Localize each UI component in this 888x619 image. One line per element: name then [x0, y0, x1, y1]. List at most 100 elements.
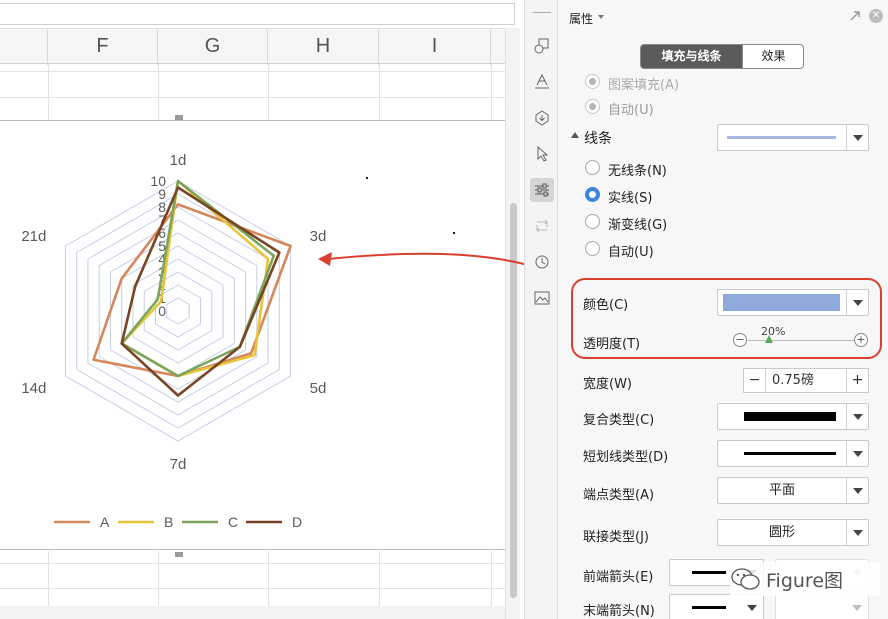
line-option-none: 无线条(N): [608, 164, 667, 179]
chevron-down-icon[interactable]: [846, 404, 868, 429]
chart-object[interactable]: 0 1 2 3 4 5 6 7 8 9 10 1d 3d 5d 7d 14d 21d A B C D: [0, 120, 505, 550]
tab-fill-and-line[interactable]: 填充与线条: [641, 45, 742, 68]
image-transform-icon[interactable]: [530, 214, 554, 238]
spreadsheet-area[interactable]: F G H I 0 1 2 3 4 5 6 7 8 9 10 1d 3d 5d 7d 14d 21d A B C D: [0, 0, 520, 619]
chart-resize-handle-bottom[interactable]: [175, 552, 183, 557]
chevron-down-icon[interactable]: [846, 441, 868, 466]
watermark-text: Figure图: [766, 569, 844, 592]
color-swatch: [723, 294, 840, 311]
grid-line: [268, 551, 269, 606]
end-arrow-label: 末端箭头(N): [583, 604, 655, 619]
grid-line: [0, 71, 505, 72]
transparency-value: 20%: [761, 325, 786, 338]
column-header-i[interactable]: I: [379, 29, 491, 65]
tab-effects[interactable]: 效果: [742, 45, 803, 68]
join-type-label: 联接类型(J): [583, 530, 649, 545]
decrement-button[interactable]: −: [744, 369, 766, 392]
category-label: 1d: [170, 152, 187, 169]
radio-gradient-line[interactable]: [585, 214, 600, 229]
width-input[interactable]: 0.75磅: [772, 369, 814, 392]
width-label: 宽度(W): [583, 377, 632, 392]
column-headers: F G H I: [0, 28, 505, 65]
chevron-down-icon[interactable]: [846, 478, 868, 503]
horizontal-scrollbar[interactable]: [0, 606, 505, 619]
transparency-label: 透明度(T): [583, 337, 641, 352]
dash-type-dropdown[interactable]: [717, 440, 869, 467]
panel-scroll-area: 图案填充(A) 自动(U) 线条 无线条(N) 实线(S) 渐变线(G) 自动(…: [558, 72, 888, 619]
category-label: 21d: [21, 228, 46, 245]
line-style-dropdown[interactable]: [717, 124, 869, 151]
grid-line: [491, 64, 492, 120]
grid-line: [48, 551, 49, 606]
stray-dot: [366, 177, 368, 179]
collapse-icon[interactable]: [571, 132, 579, 138]
history-icon[interactable]: [530, 250, 554, 274]
chevron-down-icon[interactable]: [846, 520, 868, 545]
line-preview: [744, 412, 836, 421]
shape-icon[interactable]: [530, 34, 554, 58]
column-header-g[interactable]: G: [158, 29, 268, 65]
legend-label-d: D: [292, 514, 302, 530]
plus-icon[interactable]: +: [854, 333, 868, 347]
cap-type-label: 端点类型(A): [583, 488, 655, 503]
color-dropdown[interactable]: [717, 289, 869, 316]
legend-label-c: C: [228, 514, 238, 530]
settings-sliders-icon[interactable]: [530, 178, 554, 202]
end-arrow-dropdown[interactable]: [669, 594, 764, 619]
radio-auto-line[interactable]: [585, 241, 600, 256]
cursor-icon[interactable]: [530, 142, 554, 166]
wechat-icon: [731, 568, 760, 590]
end-arrow-size-dropdown[interactable]: [775, 594, 869, 619]
formula-bar[interactable]: [0, 3, 515, 25]
column-header-h[interactable]: H: [268, 29, 379, 65]
radial-tick-label: 10: [150, 173, 166, 189]
radar-gridline: [76, 193, 280, 429]
width-stepper[interactable]: − 0.75磅 +: [743, 368, 869, 393]
line-preview: [744, 452, 836, 455]
radio-fill-auto[interactable]: [585, 99, 600, 114]
legend-label-a: A: [100, 514, 110, 530]
line-option-auto: 自动(U): [608, 245, 654, 260]
minus-icon[interactable]: −: [733, 333, 747, 347]
fill-icon[interactable]: [530, 106, 554, 130]
radio-pattern-fill[interactable]: [585, 74, 600, 89]
column-header-f[interactable]: F: [48, 29, 158, 65]
image-icon[interactable]: [530, 286, 554, 310]
chart-resize-handle-top[interactable]: [175, 115, 183, 120]
category-label: 7d: [170, 456, 187, 473]
text-style-icon[interactable]: [530, 70, 554, 94]
begin-arrow-label: 前端箭头(E): [583, 570, 654, 585]
grid-line: [0, 97, 505, 98]
legend-label-b: B: [164, 514, 173, 530]
line-option-gradient: 渐变线(G): [608, 218, 668, 233]
line-option-solid: 实线(S): [608, 191, 653, 206]
watermark: Figure图: [730, 562, 880, 596]
increment-button[interactable]: +: [846, 369, 868, 392]
vertical-scrollbar[interactable]: [505, 28, 520, 619]
compound-type-dropdown[interactable]: [717, 403, 869, 430]
column-header-e-partial[interactable]: [0, 29, 48, 65]
radar-gridline: [143, 271, 213, 351]
line-section-title: 线条: [584, 131, 612, 147]
radio-solid-line[interactable]: [585, 187, 600, 202]
chevron-down-icon[interactable]: [846, 125, 868, 150]
chevron-down-icon[interactable]: [846, 595, 868, 619]
cap-type-dropdown[interactable]: 平面: [717, 477, 869, 504]
side-toolbar: [524, 0, 558, 619]
pin-icon[interactable]: [849, 10, 861, 22]
tab-bar: 填充与线条 效果: [640, 44, 804, 69]
close-icon[interactable]: ✕: [869, 9, 883, 23]
radar-gridline: [132, 258, 224, 364]
grid-line: [379, 64, 380, 120]
grid-line: [0, 588, 505, 589]
radio-no-line[interactable]: [585, 160, 600, 175]
category-label: 5d: [310, 380, 327, 397]
radar-chart: 0123456789101d3d5d7d14d21dA B C D: [21, 152, 327, 530]
chevron-down-icon[interactable]: [846, 290, 868, 315]
join-type-dropdown[interactable]: 圆形: [717, 519, 869, 546]
line-preview: [692, 606, 726, 609]
transparency-slider-track[interactable]: [748, 340, 854, 341]
chevron-down-icon[interactable]: [598, 15, 604, 19]
compound-type-label: 复合类型(C): [583, 413, 655, 428]
chevron-down-icon[interactable]: [741, 595, 763, 619]
